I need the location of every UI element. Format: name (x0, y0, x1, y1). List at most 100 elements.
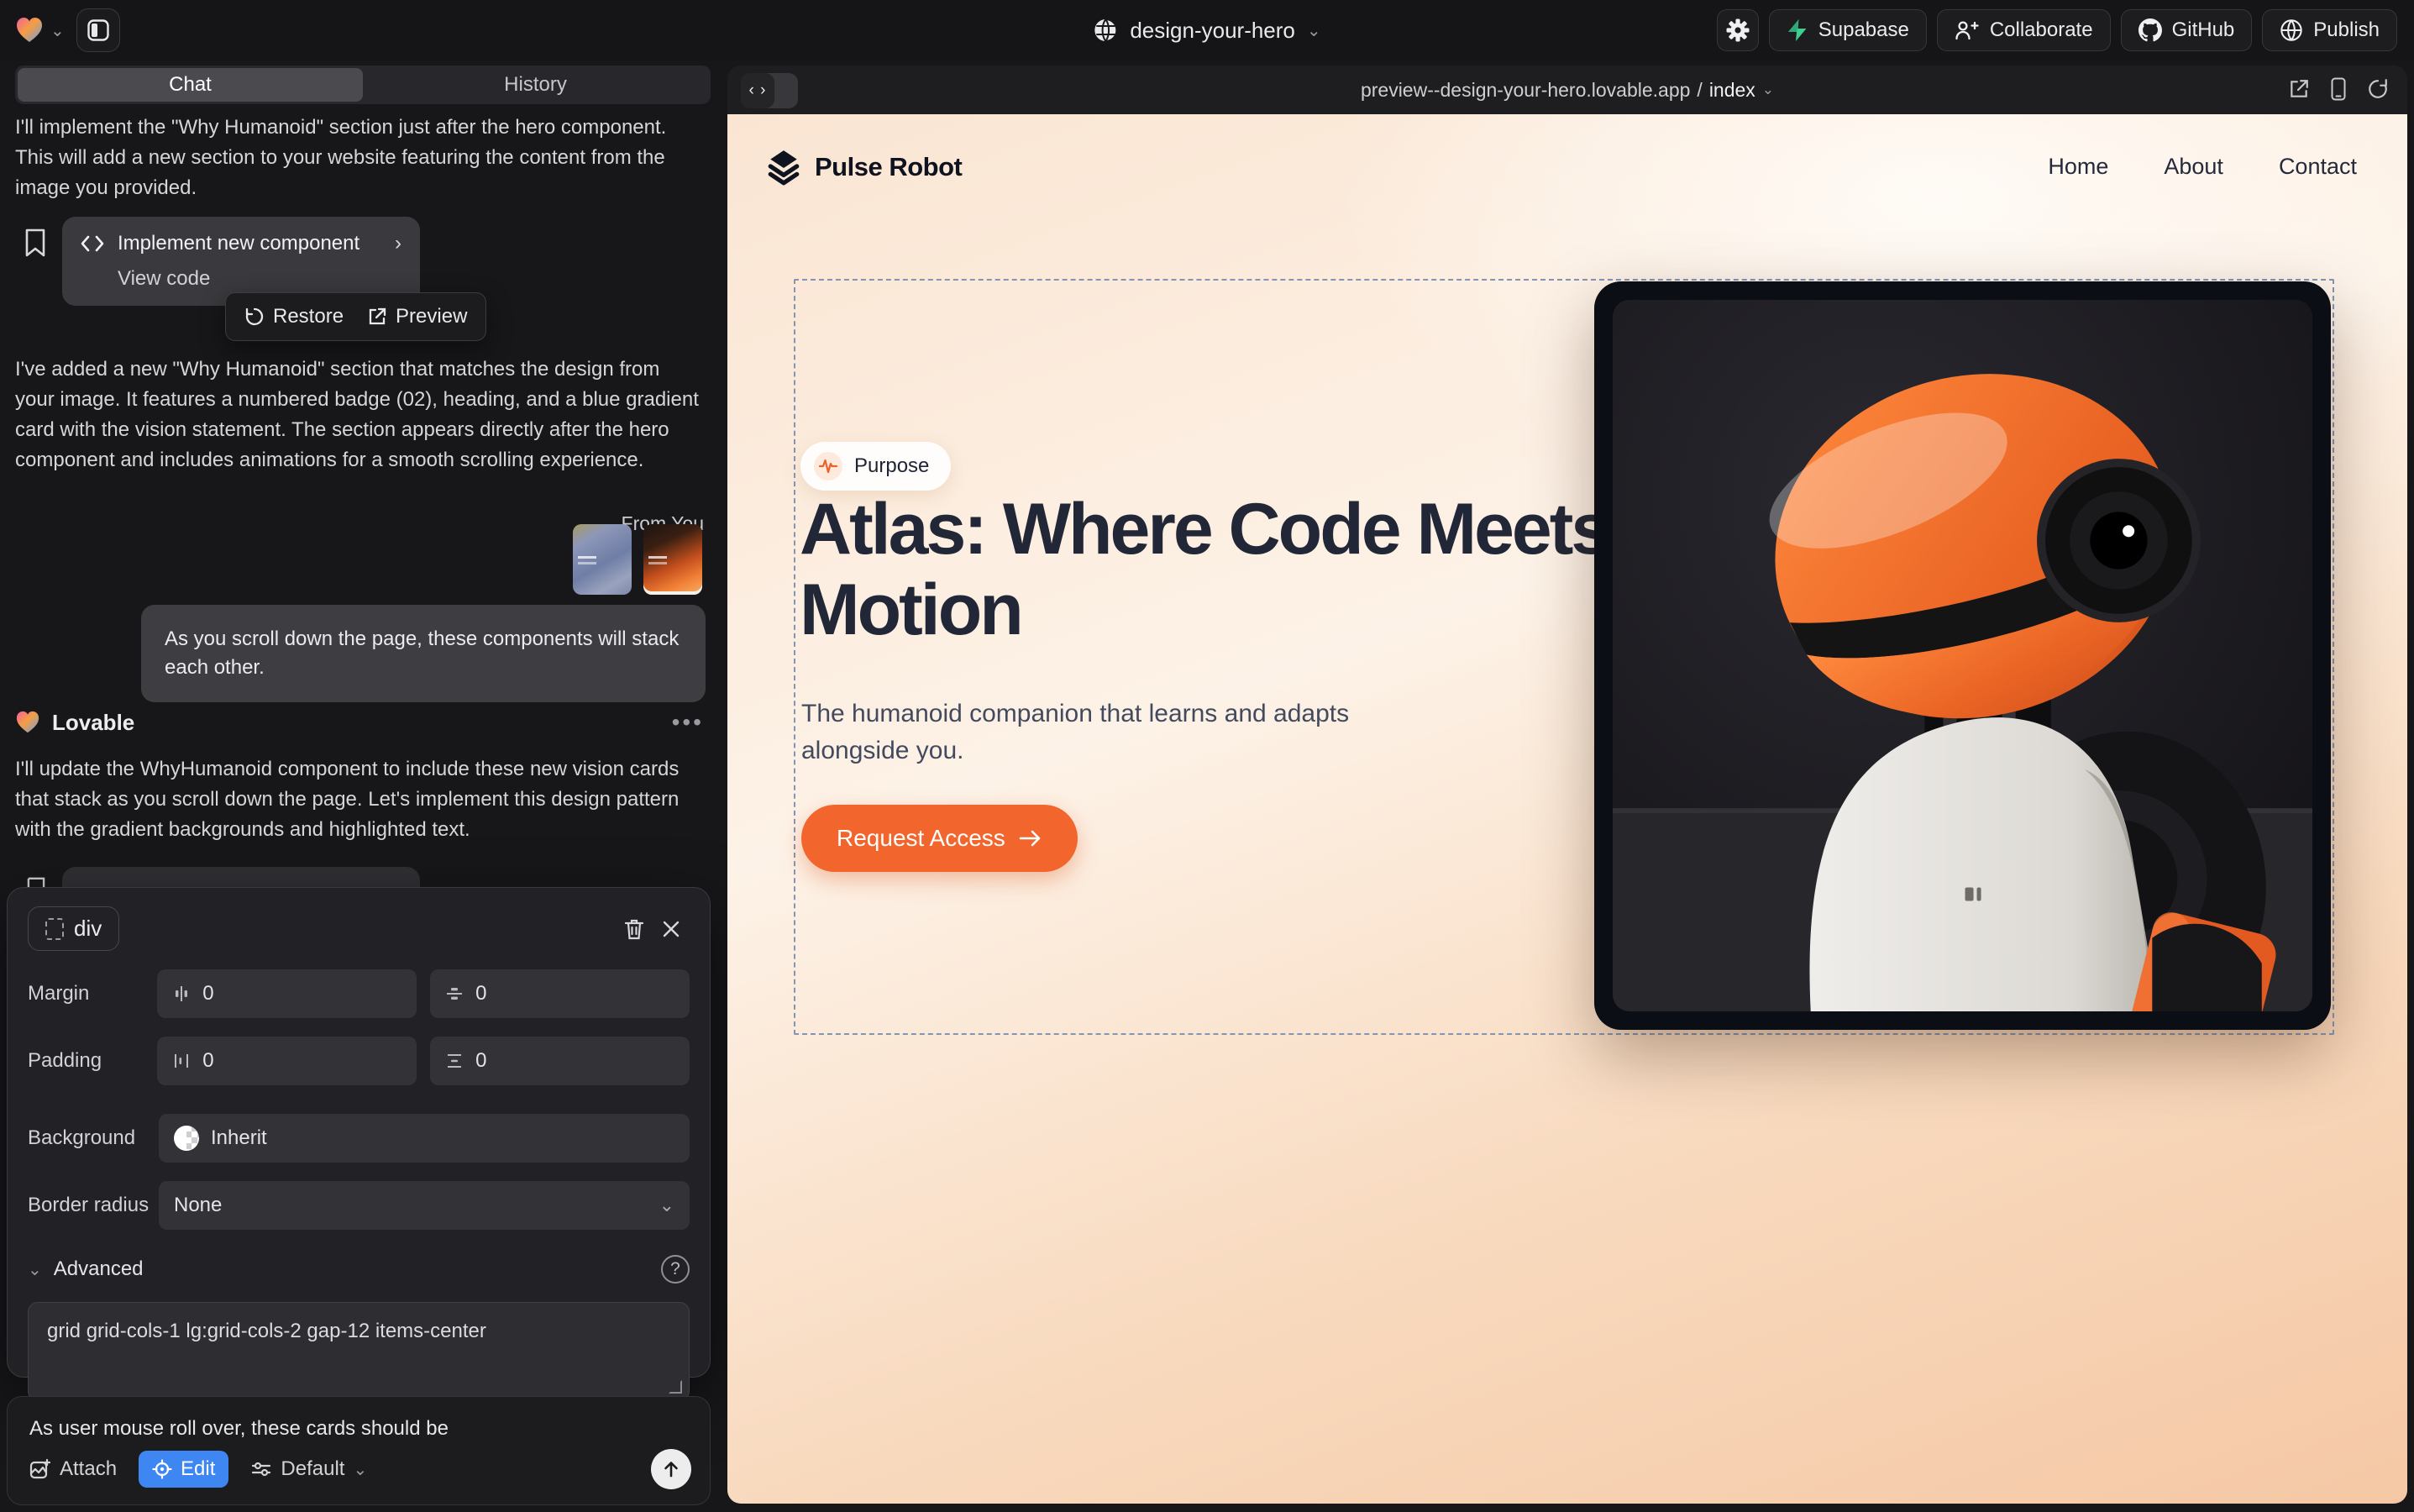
chat-composer[interactable]: As user mouse roll over, these cards sho… (7, 1396, 711, 1505)
close-icon (661, 919, 681, 939)
nav-link-about[interactable]: About (2164, 154, 2223, 180)
project-switcher[interactable]: design-your-hero ⌄ (1093, 0, 1320, 60)
external-link-icon (367, 307, 387, 327)
sidebar-toggle-button[interactable] (76, 8, 120, 52)
chevron-down-icon: ⌄ (1307, 20, 1321, 41)
chevron-down-icon: ⌄ (353, 1459, 367, 1480)
padding-y-input[interactable]: 0 (430, 1037, 690, 1085)
edit-target-icon (152, 1459, 172, 1479)
chat-sidebar: Chat History I'll implement the "Why Hum… (0, 60, 716, 1512)
supabase-button[interactable]: Supabase (1769, 9, 1927, 51)
robot-image (1613, 300, 2312, 1011)
nav-link-contact[interactable]: Contact (2279, 154, 2357, 180)
request-access-button[interactable]: Request Access (801, 805, 1078, 872)
robot-illustration (1613, 300, 2312, 1011)
github-button[interactable]: GitHub (2121, 9, 2253, 51)
refresh-icon[interactable] (2367, 78, 2389, 100)
send-button[interactable] (651, 1449, 691, 1489)
lovable-heart-icon (15, 711, 40, 734)
chat-history-tabs: Chat History (15, 66, 711, 104)
background-value: Inherit (211, 1126, 267, 1150)
chevron-right-icon: › (395, 232, 401, 255)
chevron-down-icon: ⌄ (659, 1194, 674, 1216)
code-preview-toggle[interactable]: ‹ › (741, 73, 798, 108)
assistant-name: Lovable (52, 710, 134, 736)
help-icon[interactable]: ? (661, 1255, 690, 1284)
assistant-header: Lovable ••• (15, 709, 704, 736)
site-brand-name: Pulse Robot (815, 152, 962, 182)
arrow-up-icon (662, 1460, 680, 1478)
edit-mode-button[interactable]: Edit (139, 1451, 228, 1488)
view-code-link[interactable]: View code (118, 267, 401, 291)
settings-button[interactable] (1717, 9, 1759, 51)
sidebar-panel-icon (87, 19, 109, 41)
site-brand[interactable]: Pulse Robot (766, 149, 962, 186)
collaborate-icon (1955, 19, 1980, 41)
margin-y-input[interactable]: 0 (430, 969, 690, 1018)
close-panel-button[interactable] (653, 911, 690, 948)
chevron-down-icon: ⌄ (50, 20, 65, 41)
advanced-classes-value: grid grid-cols-1 lg:grid-cols-2 gap-12 i… (47, 1320, 486, 1342)
user-message-bubble: As you scroll down the page, these compo… (141, 605, 706, 702)
arrow-right-icon (1019, 829, 1042, 848)
attachment-thumbnail-orange[interactable] (643, 524, 702, 595)
restore-button[interactable]: Restore (244, 305, 344, 328)
model-mode-select[interactable]: Default ⌄ (250, 1457, 367, 1481)
margin-y-icon (445, 984, 464, 1003)
assistant-message: I'll implement the "Why Humanoid" sectio… (15, 113, 704, 203)
assistant-message: I've added a new "Why Humanoid" section … (15, 354, 704, 475)
app-window: ⌄ design-your-hero ⌄ (0, 0, 2414, 1512)
mode-label: Default (281, 1457, 344, 1481)
pulse-robot-logo-icon (766, 149, 801, 186)
border-radius-select[interactable]: None ⌄ (159, 1181, 690, 1230)
hero-heading: Atlas: Where Code Meets Motion (800, 489, 1665, 650)
path-separator: / (1697, 79, 1702, 102)
tab-history[interactable]: History (363, 68, 708, 102)
padding-x-input[interactable]: 0 (157, 1037, 417, 1085)
code-icon (81, 235, 104, 252)
attach-image-icon (29, 1458, 51, 1480)
background-input[interactable]: Inherit (159, 1114, 690, 1163)
publish-button[interactable]: Publish (2262, 9, 2397, 51)
padding-label: Padding (28, 1049, 157, 1073)
sliders-icon (250, 1459, 272, 1479)
chevron-down-icon: ⌄ (1762, 81, 1774, 98)
bookmark-icon[interactable] (24, 228, 47, 257)
delete-element-button[interactable] (616, 911, 653, 948)
github-icon (2138, 18, 2162, 42)
publish-globe-icon (2280, 18, 2303, 42)
edit-label: Edit (181, 1457, 215, 1481)
selected-element-pill[interactable]: div (28, 906, 119, 951)
attachment-thumbnail-blue[interactable] (573, 524, 632, 595)
composer-input[interactable]: As user mouse roll over, these cards sho… (29, 1417, 688, 1441)
attach-label: Attach (60, 1457, 117, 1481)
element-style-panel: div Margin (7, 887, 711, 1378)
collaborate-label: Collaborate (1990, 18, 2093, 42)
lovable-menu-button[interactable]: ⌄ (15, 17, 65, 44)
attach-button[interactable]: Attach (29, 1457, 117, 1481)
nav-link-home[interactable]: Home (2048, 154, 2108, 180)
resize-handle[interactable] (669, 1380, 682, 1394)
mobile-view-icon[interactable] (2330, 77, 2347, 101)
restore-label: Restore (273, 305, 344, 328)
top-bar: ⌄ design-your-hero ⌄ (0, 0, 2414, 60)
tab-chat[interactable]: Chat (18, 68, 363, 102)
cta-label: Request Access (837, 825, 1005, 852)
ellipsis-icon[interactable]: ••• (672, 709, 704, 736)
preview-toolbar: ‹ › preview--design-your-hero.lovable.ap… (727, 66, 2407, 114)
purpose-badge: Purpose (800, 442, 951, 491)
preview-button[interactable]: Preview (367, 305, 467, 328)
padding-x-icon (172, 1052, 191, 1070)
open-in-new-tab-icon[interactable] (2288, 78, 2310, 100)
assistant-message: I'll update the WhyHumanoid component to… (15, 754, 704, 845)
collaborate-button[interactable]: Collaborate (1937, 9, 2111, 51)
margin-x-input[interactable]: 0 (157, 969, 417, 1018)
advanced-classes-textarea[interactable]: grid grid-cols-1 lg:grid-cols-2 gap-12 i… (28, 1302, 690, 1401)
preview-url[interactable]: preview--design-your-hero.lovable.app / … (1361, 66, 1774, 114)
margin-x-icon (172, 984, 191, 1003)
padding-y-value: 0 (475, 1049, 486, 1073)
padding-x-value: 0 (202, 1049, 213, 1073)
preview-pane: ‹ › preview--design-your-hero.lovable.ap… (727, 66, 2407, 1504)
advanced-section-toggle[interactable]: Advanced (54, 1257, 144, 1281)
publish-label: Publish (2313, 18, 2380, 42)
